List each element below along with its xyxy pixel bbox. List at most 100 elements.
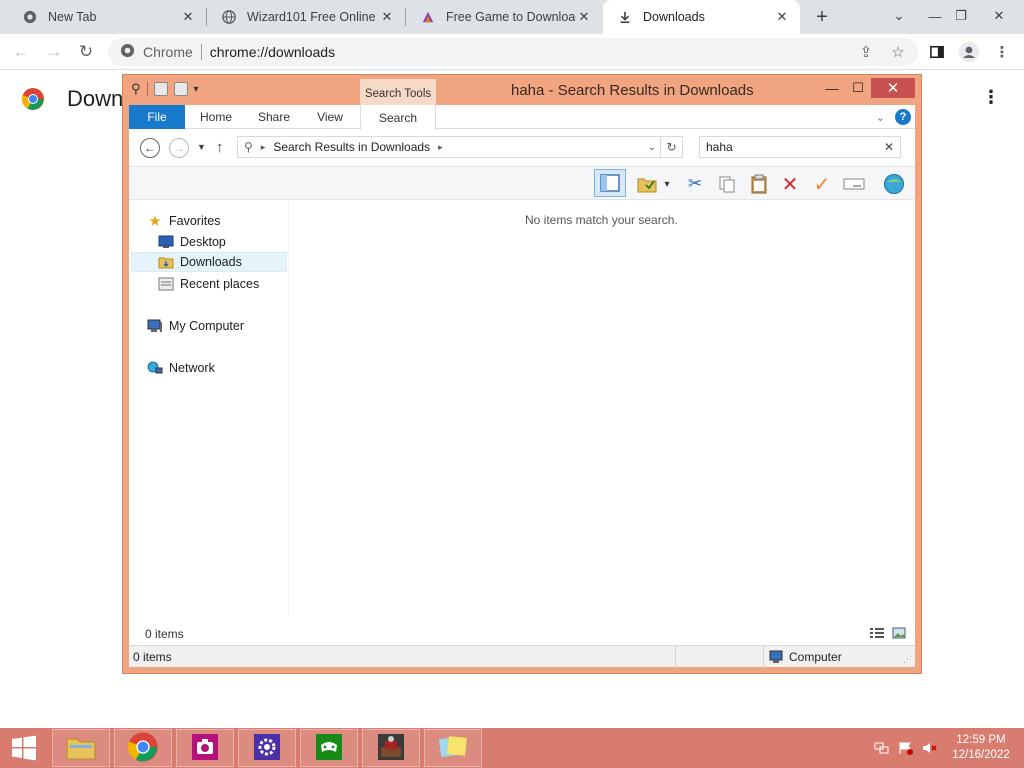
minimize-icon[interactable]: —: [819, 78, 845, 98]
resize-grip-icon[interactable]: ⋰: [903, 654, 912, 665]
folder-check-icon[interactable]: [634, 172, 660, 196]
paste-icon[interactable]: [746, 172, 772, 196]
more-options-icon[interactable]: ⋮: [982, 87, 1000, 111]
windows-start-icon[interactable]: [0, 728, 48, 768]
address-row: ← → ▼ ↑ ⚲ ▸ Search Results in Downloads …: [129, 130, 915, 166]
tab-view[interactable]: View: [303, 105, 357, 129]
tab-wizard101[interactable]: Wizard101 Free Online G ✕: [207, 0, 405, 34]
minimize-icon[interactable]: —: [922, 4, 948, 28]
status-separator: [675, 646, 676, 668]
close-icon[interactable]: ✕: [379, 9, 395, 25]
browser-toolbar: ← → ↻ Chrome chrome://downloads ⇪ ☆ ⋮: [0, 34, 1024, 70]
search-value: haha: [706, 140, 733, 154]
taskbar-sticky-notes[interactable]: [424, 729, 482, 767]
address-bar[interactable]: Chrome chrome://downloads: [108, 38, 918, 66]
volume-muted-icon[interactable]: [922, 740, 938, 756]
tab-file[interactable]: File: [129, 105, 185, 129]
network-tray-icon[interactable]: [874, 740, 890, 756]
qat-separator: [146, 82, 148, 96]
magnifier-icon[interactable]: ⚲: [131, 81, 141, 97]
checkmark-icon[interactable]: ✓: [809, 172, 835, 196]
system-clock[interactable]: 12:59 PM 12/16/2022: [945, 733, 1017, 763]
chevron-down-icon[interactable]: ⌄: [886, 4, 912, 28]
new-tab-icon[interactable]: +: [810, 5, 834, 29]
nav-recent-places[interactable]: Recent places: [158, 274, 259, 294]
taskbar-camera[interactable]: [176, 729, 234, 767]
tab-share[interactable]: Share: [245, 105, 303, 129]
taskbar-xbox[interactable]: [300, 729, 358, 767]
nav-desktop[interactable]: Desktop: [158, 232, 226, 252]
side-panel-icon[interactable]: [925, 40, 949, 64]
nav-label: My Computer: [169, 319, 245, 333]
large-icons-view-icon[interactable]: [892, 627, 906, 642]
star-icon[interactable]: ☆: [886, 40, 910, 64]
chrome-logo-icon: [21, 87, 45, 111]
recent-places-icon: [158, 276, 174, 292]
delete-icon[interactable]: ✕: [777, 172, 803, 196]
scissors-icon[interactable]: ✂: [682, 172, 708, 196]
help-icon[interactable]: ?: [895, 109, 911, 125]
restore-icon[interactable]: ❐: [948, 4, 974, 28]
clock-date: 12/16/2022: [952, 749, 1010, 761]
maximize-icon[interactable]: ☐: [845, 78, 871, 98]
action-center-flag-icon[interactable]: [898, 740, 914, 756]
taskbar-explorer[interactable]: [52, 729, 110, 767]
up-arrow-icon[interactable]: ↑: [216, 139, 224, 156]
ribbon-controls: ⌄ ?: [876, 109, 911, 125]
gamepad-icon: [315, 733, 343, 764]
copy-icon[interactable]: [714, 172, 740, 196]
nav-downloads[interactable]: Downloads: [131, 252, 287, 272]
preview-pane-icon[interactable]: [594, 169, 626, 197]
computer-icon: [769, 650, 785, 667]
taskbar-settings[interactable]: [238, 729, 296, 767]
command-bar: ▾ ✂ ✕ ✓: [129, 166, 915, 200]
tab-new-tab[interactable]: New Tab ✕: [8, 0, 206, 34]
tab-title: Downloads: [643, 10, 705, 24]
taskbar-chrome[interactable]: [114, 729, 172, 767]
details-view-icon[interactable]: [869, 627, 885, 642]
breadcrumb-chevron-icon[interactable]: ▸: [438, 142, 443, 153]
nav-network[interactable]: Network: [147, 358, 215, 378]
kebab-menu-icon[interactable]: ⋮: [990, 40, 1014, 64]
properties-icon[interactable]: [153, 82, 168, 96]
globe-icon[interactable]: [881, 172, 907, 196]
chevron-down-icon[interactable]: ▾: [194, 84, 199, 95]
location-bar[interactable]: ⚲ ▸ Search Results in Downloads ▸ ⌄: [237, 136, 661, 158]
tab-downloads[interactable]: Downloads ✕: [603, 0, 800, 34]
chrome-icon: [22, 9, 38, 25]
new-folder-icon[interactable]: [173, 82, 188, 96]
close-icon[interactable]: ✕: [576, 9, 592, 25]
refresh-icon[interactable]: ↻: [661, 136, 683, 158]
chrome-icon: [120, 43, 135, 61]
chevron-down-icon[interactable]: ⌄: [876, 111, 885, 124]
rename-icon[interactable]: [841, 172, 867, 196]
clock-time: 12:59 PM: [956, 734, 1006, 746]
tab-free-game[interactable]: Free Game to Download ✕: [406, 0, 602, 34]
profile-avatar-icon[interactable]: [957, 40, 981, 64]
tab-home[interactable]: Home: [187, 105, 245, 129]
close-window-icon[interactable]: ✕: [871, 78, 915, 98]
close-icon[interactable]: ✕: [180, 9, 196, 25]
search-input[interactable]: haha ✕: [699, 136, 901, 158]
taskbar-game[interactable]: [362, 729, 420, 767]
back-arrow-icon[interactable]: ←: [140, 138, 160, 158]
close-window-icon[interactable]: ✕: [986, 4, 1012, 28]
share-icon[interactable]: ⇪: [854, 40, 878, 64]
forward-arrow-icon[interactable]: →: [169, 138, 189, 158]
reload-icon[interactable]: ↻: [74, 40, 98, 64]
forward-arrow-icon[interactable]: →: [42, 40, 66, 64]
nav-favorites[interactable]: ★ Favorites: [147, 211, 220, 231]
nav-my-computer[interactable]: My Computer: [147, 316, 244, 336]
empty-results-message: No items match your search.: [525, 213, 678, 227]
recent-locations-icon[interactable]: ▼: [197, 142, 206, 152]
chevron-down-icon[interactable]: ⌄: [648, 142, 656, 153]
breadcrumb-location[interactable]: Search Results in Downloads: [273, 140, 430, 154]
chevron-down-icon[interactable]: ▾: [659, 172, 675, 196]
page-title: Down: [67, 86, 124, 111]
breadcrumb-chevron-icon[interactable]: ▸: [261, 142, 266, 153]
close-icon[interactable]: ✕: [774, 9, 790, 25]
tab-search[interactable]: Search: [360, 105, 436, 130]
clear-search-icon[interactable]: ✕: [884, 140, 894, 154]
back-arrow-icon[interactable]: ←: [9, 40, 33, 64]
omnibox-chip: Chrome: [143, 44, 193, 60]
